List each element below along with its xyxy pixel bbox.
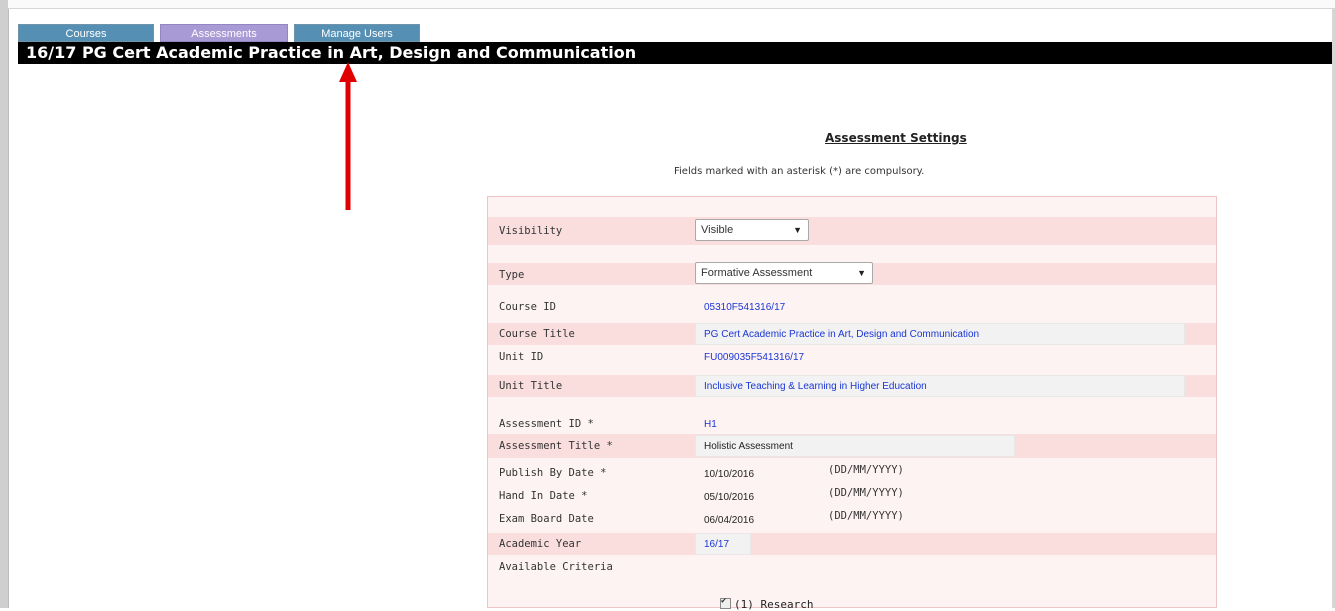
tab-manage-users[interactable]: Manage Users	[294, 24, 420, 42]
tab-courses[interactable]: Courses	[18, 24, 154, 42]
assessment-settings-form: Visibility Visible ▼ Type Formative Asse…	[487, 196, 1217, 611]
exam-board-date-input[interactable]: 06/04/2016	[704, 515, 754, 526]
type-select[interactable]: Formative Assessment ▼	[695, 262, 873, 284]
visibility-value: Visible	[701, 224, 734, 236]
row-type: Type Formative Assessment ▼	[488, 262, 1216, 285]
settings-heading: Assessment Settings	[825, 131, 967, 145]
unit-title-label: Unit Title	[499, 380, 563, 392]
hand-in-date-label: Hand In Date *	[499, 490, 588, 502]
top-strip	[8, 0, 1335, 9]
type-value: Formative Assessment	[701, 267, 813, 279]
hand-in-date-format: (DD/MM/YYYY)	[828, 487, 904, 499]
page-title: 16/17 PG Cert Academic Practice in Art, …	[18, 42, 1332, 64]
available-criteria-label: Available Criteria	[499, 561, 613, 573]
compulsory-note: Fields marked with an asterisk (*) are c…	[674, 166, 925, 177]
publish-by-date-input[interactable]: 10/10/2016	[704, 469, 754, 480]
exam-board-date-format: (DD/MM/YYYY)	[828, 510, 904, 522]
chevron-down-icon: ▼	[857, 268, 866, 278]
academic-year-value: 16/17	[704, 539, 730, 550]
row-academic-year: Academic Year 16/17	[488, 533, 1216, 555]
row-band	[488, 217, 1216, 245]
type-label: Type	[499, 269, 525, 281]
row-assessment-title: Assessment Title * Holistic Assessment	[488, 434, 1216, 458]
publish-by-date-format: (DD/MM/YYYY)	[828, 464, 904, 476]
row-course-title: Course Title PG Cert Academic Practice i…	[488, 323, 1216, 345]
visibility-label: Visibility	[499, 225, 563, 237]
tab-assessments[interactable]: Assessments	[160, 24, 288, 42]
assessment-title-value: Holistic Assessment	[704, 441, 793, 452]
hand-in-date-input[interactable]: 05/10/2016	[704, 492, 754, 503]
assessment-id-label: Assessment ID *	[499, 418, 594, 430]
visibility-select[interactable]: Visible ▼	[695, 219, 809, 241]
row-visibility: Visibility Visible ▼	[488, 217, 1216, 245]
criteria-item[interactable]: (1) Research	[720, 596, 814, 611]
arrow-head-icon	[339, 62, 357, 82]
publish-by-date-label: Publish By Date *	[499, 467, 607, 479]
course-title-label: Course Title	[499, 328, 575, 340]
course-id-label: Course ID	[499, 301, 556, 313]
course-title-value: PG Cert Academic Practice in Art, Design…	[704, 329, 980, 340]
red-arrow-annotation	[339, 62, 357, 210]
unit-id-label: Unit ID	[499, 351, 544, 363]
assessment-id-value[interactable]: H1	[704, 419, 717, 430]
academic-year-label: Academic Year	[499, 538, 582, 550]
row-unit-title: Unit Title Inclusive Teaching & Learning…	[488, 375, 1216, 397]
exam-board-date-label: Exam Board Date	[499, 513, 594, 525]
criteria-label: (1) Research	[734, 598, 814, 611]
unit-title-value: Inclusive Teaching & Learning in Higher …	[704, 381, 927, 392]
course-id-value: 05310F541316/17	[704, 302, 786, 313]
left-rail	[0, 0, 9, 608]
assessment-title-label: Assessment Title *	[499, 440, 613, 452]
unit-id-value: FU009035F541316/17	[704, 352, 805, 363]
tab-bar: Courses Assessments Manage Users	[18, 24, 420, 42]
checkbox-icon[interactable]	[720, 596, 731, 609]
row-band	[488, 533, 1216, 555]
chevron-down-icon: ▼	[793, 225, 802, 235]
